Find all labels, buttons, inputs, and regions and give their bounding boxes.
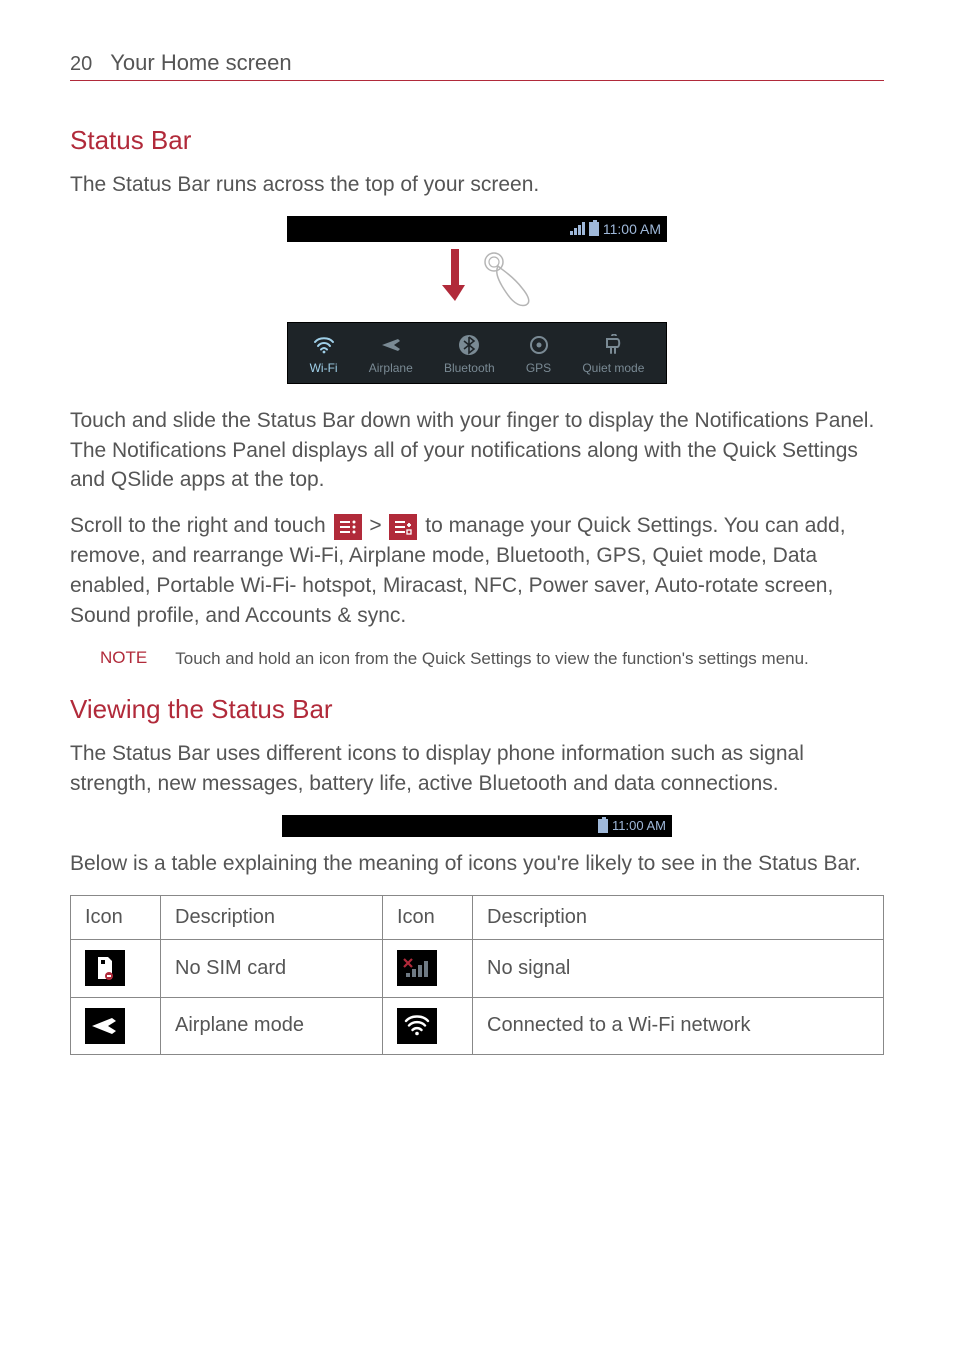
para-scroll: Scroll to the right and touch > to manag… — [70, 511, 884, 630]
page-title: Your Home screen — [110, 50, 291, 76]
below-text: Below is a table explaining the meaning … — [70, 849, 884, 879]
quick-settings-panel: Wi-Fi Airplane Bluetooth GPS Quiet mode — [287, 322, 667, 384]
th-icon: Icon — [71, 895, 161, 939]
status-time: 11:00 AM — [603, 221, 661, 237]
swipe-arrow-icon — [442, 247, 468, 303]
settings-edit-icon — [389, 514, 417, 540]
table-header-row: Icon Description Icon Description — [71, 895, 884, 939]
settings-list-icon — [334, 514, 362, 540]
th-icon: Icon — [383, 895, 473, 939]
th-description: Description — [161, 895, 383, 939]
para-scroll-part1: Scroll to the right and touch — [70, 514, 332, 537]
table-row: Airplane mode Connected to a Wi-Fi netwo… — [71, 997, 884, 1054]
wifi-icon — [312, 333, 336, 357]
desc-no-sim: No SIM card — [161, 939, 383, 997]
icon-table: Icon Description Icon Description No SIM… — [70, 895, 884, 1055]
finger-icon — [482, 250, 536, 313]
note: NOTE Touch and hold an icon from the Qui… — [70, 647, 884, 671]
status-bar-intro: The Status Bar runs across the top of yo… — [70, 170, 884, 200]
gt-separator: > — [369, 514, 387, 537]
quiet-icon — [601, 333, 625, 357]
battery-icon — [589, 222, 599, 236]
quick-item-quiet[interactable]: Quiet mode — [582, 333, 644, 375]
airplane-icon — [379, 333, 403, 357]
mini-status-strip: 11:00 AM — [282, 815, 672, 837]
page-number: 20 — [70, 53, 92, 76]
no-sim-icon — [85, 950, 125, 986]
battery-icon — [598, 819, 608, 833]
quick-item-label: Airplane — [369, 361, 413, 375]
quick-item-label: Bluetooth — [444, 361, 495, 375]
wifi-connected-icon — [397, 1008, 437, 1044]
th-description: Description — [473, 895, 884, 939]
quick-item-bluetooth[interactable]: Bluetooth — [444, 333, 495, 375]
desc-no-signal: No signal — [473, 939, 884, 997]
viewing-intro: The Status Bar uses different icons to d… — [70, 739, 884, 799]
airplane-mode-icon — [85, 1008, 125, 1044]
figure-status-bar: 11:00 AM Wi-Fi Airplane — [70, 216, 884, 384]
note-text: Touch and hold an icon from the Quick Se… — [175, 647, 809, 671]
heading-status-bar: Status Bar — [70, 125, 884, 156]
note-label: NOTE — [100, 647, 147, 671]
heading-viewing-status-bar: Viewing the Status Bar — [70, 694, 884, 725]
table-row: No SIM card No signal — [71, 939, 884, 997]
bluetooth-icon — [457, 333, 481, 357]
desc-airplane: Airplane mode — [161, 997, 383, 1054]
status-time: 11:00 AM — [612, 818, 666, 833]
quick-item-label: Wi-Fi — [310, 361, 338, 375]
quick-item-label: Quiet mode — [582, 361, 644, 375]
signal-icon — [570, 222, 585, 235]
gps-icon — [527, 333, 551, 357]
para-notifications: Touch and slide the Status Bar down with… — [70, 406, 884, 495]
page-header: 20 Your Home screen — [70, 50, 884, 81]
quick-item-airplane[interactable]: Airplane — [369, 333, 413, 375]
desc-wifi: Connected to a Wi-Fi network — [473, 997, 884, 1054]
no-signal-icon — [397, 950, 437, 986]
status-strip: 11:00 AM — [287, 216, 667, 242]
quick-item-wifi[interactable]: Wi-Fi — [310, 333, 338, 375]
quick-item-label: GPS — [526, 361, 551, 375]
quick-item-gps[interactable]: GPS — [526, 333, 551, 375]
